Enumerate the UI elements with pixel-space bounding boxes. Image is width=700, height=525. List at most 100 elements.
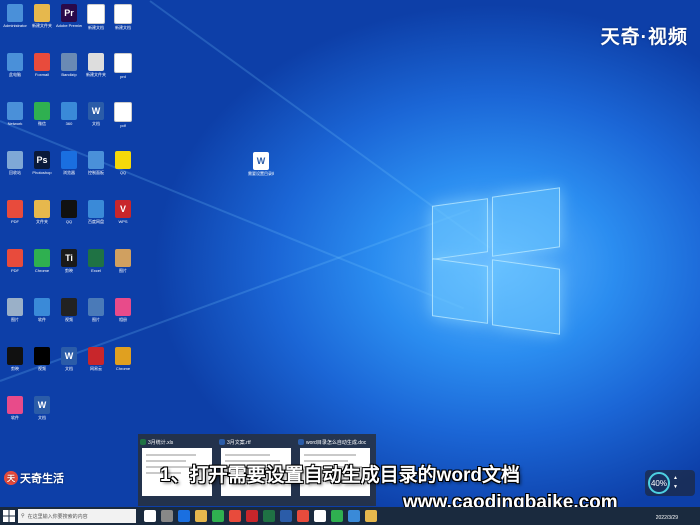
desktop-icon[interactable]: PDF <box>2 249 28 273</box>
desktop-icon[interactable]: 剪映 <box>2 347 28 371</box>
desktop-icon-label: 文档 <box>65 366 73 371</box>
desktop-icon-label: 图片 <box>119 268 127 273</box>
gauge-value: 40 <box>650 478 660 488</box>
desktop-icon[interactable]: Chrome <box>29 249 55 273</box>
desktop-icon[interactable]: 文件夹 <box>29 200 55 224</box>
desktop-icon[interactable]: 微信 <box>29 102 55 126</box>
desktop-icon[interactable]: 图片 <box>83 298 109 322</box>
taskbar-app-icon[interactable] <box>144 510 156 522</box>
desktop-icon[interactable]: QQ <box>56 200 82 224</box>
desktop-icon[interactable]: 图片 <box>110 249 136 273</box>
desktop-icon[interactable]: V WPS <box>110 200 136 224</box>
desktop-icon-label: 回收站 <box>9 170 21 175</box>
tray-date: 2022/3/29 <box>655 515 678 521</box>
taskbar-app-icon[interactable] <box>195 510 207 522</box>
desktop-icon-label: 文件夹 <box>36 219 48 224</box>
desktop-icon-label: 文档 <box>92 121 100 126</box>
desktop-icon[interactable]: Foxmail <box>29 53 55 77</box>
desktop-icon[interactable]: 视频 <box>56 298 82 322</box>
app-icon <box>7 151 23 169</box>
desktop-icon[interactable]: Network <box>2 102 28 126</box>
brand-watermark-text: 天奇生活 <box>20 473 64 485</box>
desktop-icon-label: 新建文件夹 <box>86 72 106 77</box>
desktop-icon[interactable]: PDF <box>2 200 28 224</box>
desktop-icon[interactable]: 此电脑 <box>2 53 28 77</box>
desktop-icon[interactable]: W 文档 <box>83 102 109 126</box>
desktop-icon-label: 百度网盘 <box>88 219 104 224</box>
word-icon <box>219 439 225 445</box>
desktop-icon-label: Chrome <box>34 268 50 273</box>
app-icon <box>61 102 77 120</box>
desktop-icon[interactable]: pdf <box>110 102 136 128</box>
desktop-icon-label: Network <box>7 121 23 126</box>
desktop-icon[interactable]: 回收站 <box>2 151 28 175</box>
desktop-icon[interactable]: 软件 <box>2 396 28 420</box>
desktop-icon[interactable]: 相册 <box>110 298 136 322</box>
app-icon <box>114 53 132 73</box>
desktop-icon-label: 图片 <box>92 317 100 322</box>
word-icon <box>298 439 304 445</box>
app-icon <box>88 53 104 71</box>
desktop-icon[interactable]: QQ <box>110 151 136 175</box>
taskbar-app-icon[interactable] <box>365 510 377 522</box>
desktop-icon[interactable]: 浏览器 <box>56 151 82 175</box>
desktop-icon[interactable]: Chrome <box>110 347 136 371</box>
desktop-icon[interactable]: 控制面板 <box>83 151 109 175</box>
desktop-icon[interactable]: Administrator <box>2 4 28 28</box>
taskbar-app-icon[interactable] <box>178 510 190 522</box>
desktop-icon[interactable]: Bandizip <box>56 53 82 77</box>
desktop-icon-label: 视频 <box>65 317 73 322</box>
app-icon: Ps <box>34 151 50 169</box>
desktop-icon-label: Adobe Premiere <box>56 23 82 28</box>
desktop-icon-label: 剪映 <box>11 366 19 371</box>
desktop-icon-label: WPS <box>118 219 128 224</box>
taskbar-app-icon[interactable] <box>212 510 224 522</box>
desktop-icon[interactable]: 百度网盘 <box>83 200 109 224</box>
desktop-icon-label: 剪映 <box>65 268 73 273</box>
desktop-icon[interactable]: Ti 剪映 <box>56 249 82 273</box>
taskbar-app-icon[interactable] <box>314 510 326 522</box>
desktop-icon[interactable]: 网易云 <box>83 347 109 371</box>
desktop-icon[interactable]: 软件 <box>29 298 55 322</box>
desktop-icon[interactable]: W 文档 <box>56 347 82 371</box>
desktop-icon[interactable]: 视频 <box>29 347 55 371</box>
taskbar-app-icon[interactable] <box>161 510 173 522</box>
taskbar-app-icon[interactable] <box>229 510 241 522</box>
desktop-icon[interactable]: 新建文件夹 <box>29 4 55 28</box>
desktop-icon[interactable]: Excel <box>83 249 109 273</box>
desktop-icon-label: 文档 <box>38 415 46 420</box>
taskbar-app-icon[interactable] <box>331 510 343 522</box>
desktop-icon[interactable]: 新建文件夹 <box>83 53 109 77</box>
desktop-icon[interactable]: Ps Photoshop <box>29 151 55 175</box>
desktop-icon-label: 软件 <box>11 415 19 420</box>
app-icon <box>115 347 131 365</box>
desktop-icon[interactable]: PrAdobe Premiere <box>56 4 82 28</box>
desktop-icon[interactable]: 360 <box>56 102 82 126</box>
taskbar-app-icon[interactable] <box>263 510 275 522</box>
app-icon: W <box>88 102 104 120</box>
desktop-icon-label: QQ <box>65 219 73 224</box>
desktop-icon[interactable]: 新建文档 <box>83 4 109 30</box>
desktop-icon-label: 网易云 <box>90 366 102 371</box>
preview-title: 3月文案.rtf <box>227 439 251 446</box>
taskbar-app-icon[interactable] <box>348 510 360 522</box>
desktop-icon-label: Foxmail <box>34 72 49 77</box>
app-icon: Ti <box>61 249 77 267</box>
desktop-icon-label: pdf <box>120 123 126 128</box>
desktop-icon[interactable]: 图片 <box>2 298 28 322</box>
taskbar-app-icon[interactable] <box>280 510 292 522</box>
desktop-icon-label: 新建文件夹 <box>32 23 52 28</box>
taskbar-app-icon[interactable] <box>246 510 258 522</box>
app-icon <box>7 200 23 218</box>
desktop-icon[interactable]: prd <box>110 53 136 79</box>
desktop-icon[interactable]: 新建文档 <box>110 4 136 30</box>
start-button-icon[interactable] <box>3 510 15 522</box>
app-icon <box>88 249 104 267</box>
desktop-icon-label: 图片 <box>11 317 19 322</box>
desktop-icon-label: Administrator <box>3 23 27 28</box>
center-document-icon[interactable]: W 需要设置目录的文档 <box>248 152 274 176</box>
taskbar-search-input[interactable]: ⚲ 在这里输入你要搜索的内容 <box>18 509 136 523</box>
search-placeholder: 在这里输入你要搜索的内容 <box>27 513 88 520</box>
taskbar-app-icon[interactable] <box>297 510 309 522</box>
desktop-icon[interactable]: W 文档 <box>29 396 55 420</box>
